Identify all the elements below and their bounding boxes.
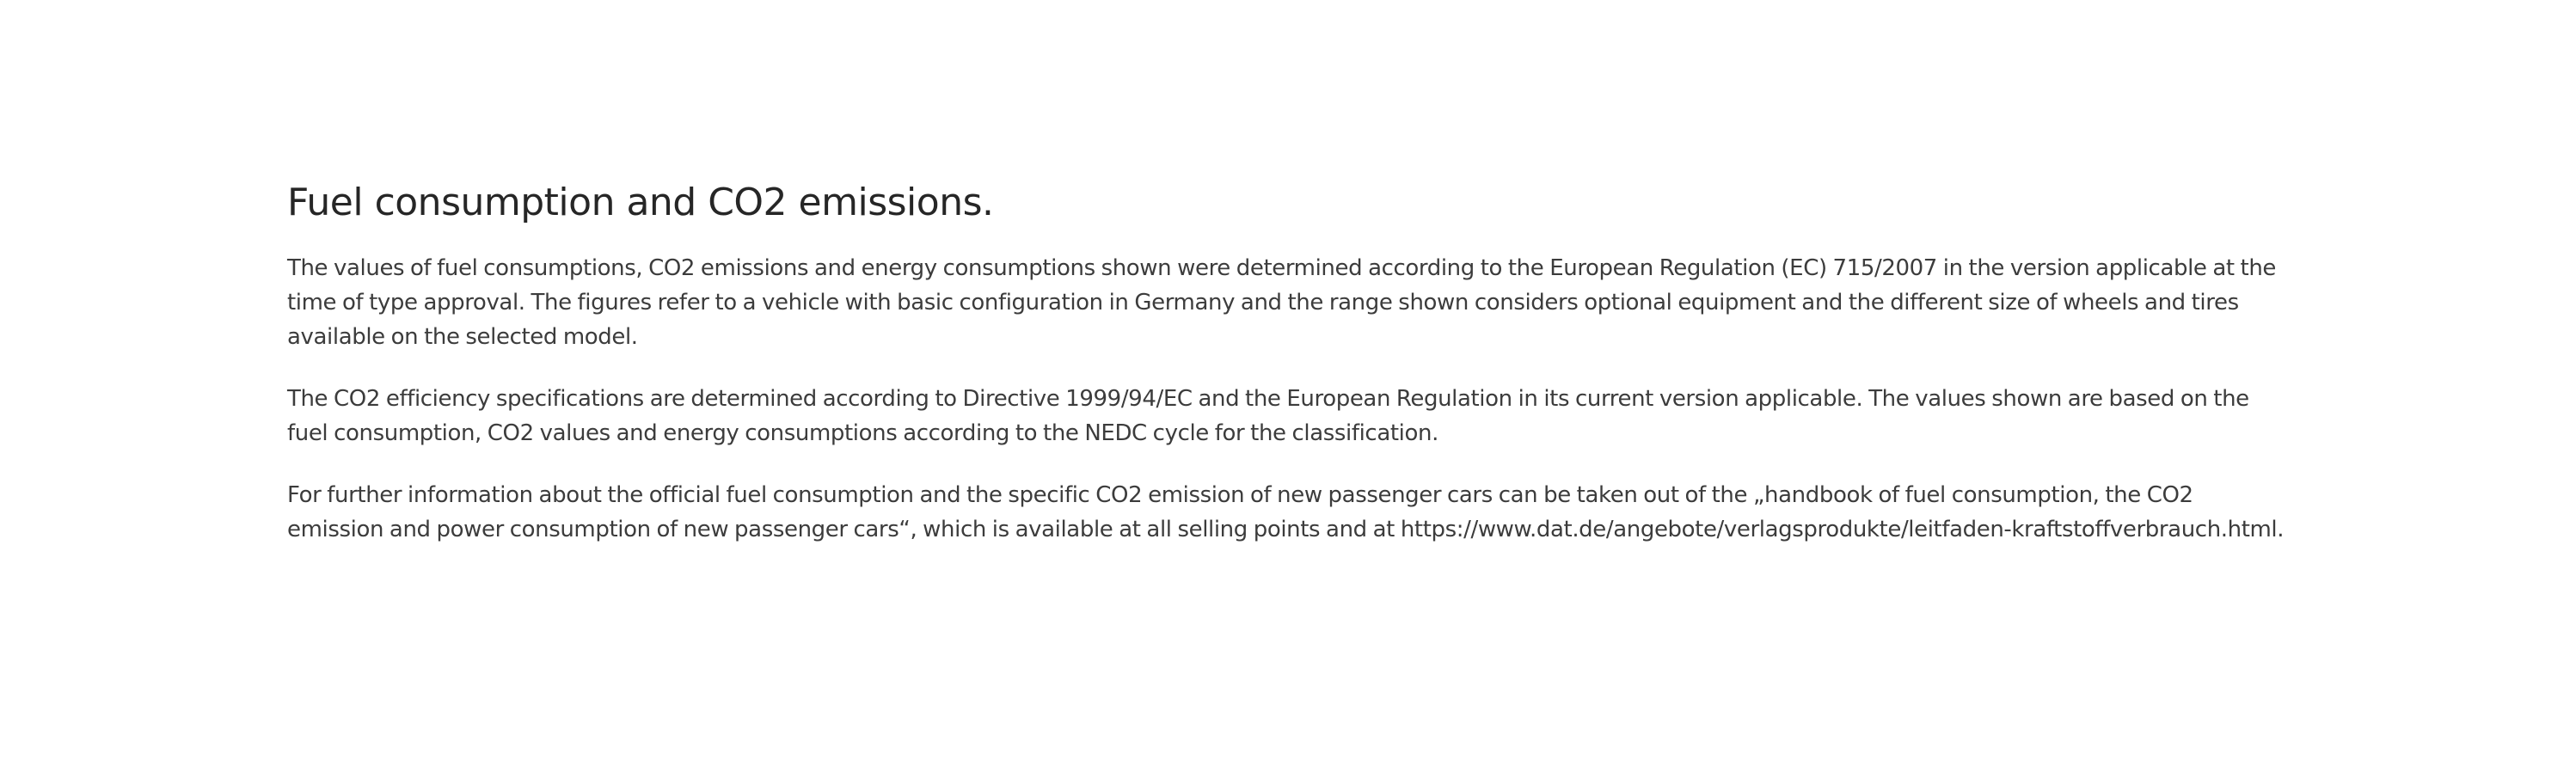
consumption-disclaimer-section: Fuel consumption and CO2 emissions. The … [287, 179, 2291, 574]
further-information-paragraph: For further information about the offici… [287, 482, 2285, 542]
efficiency-paragraph: The CO2 efficiency specifications are de… [287, 386, 2249, 446]
section-title: Fuel consumption and CO2 emissions. [287, 181, 994, 224]
regulation-paragraph: The values of fuel consumptions, CO2 emi… [287, 255, 2277, 350]
